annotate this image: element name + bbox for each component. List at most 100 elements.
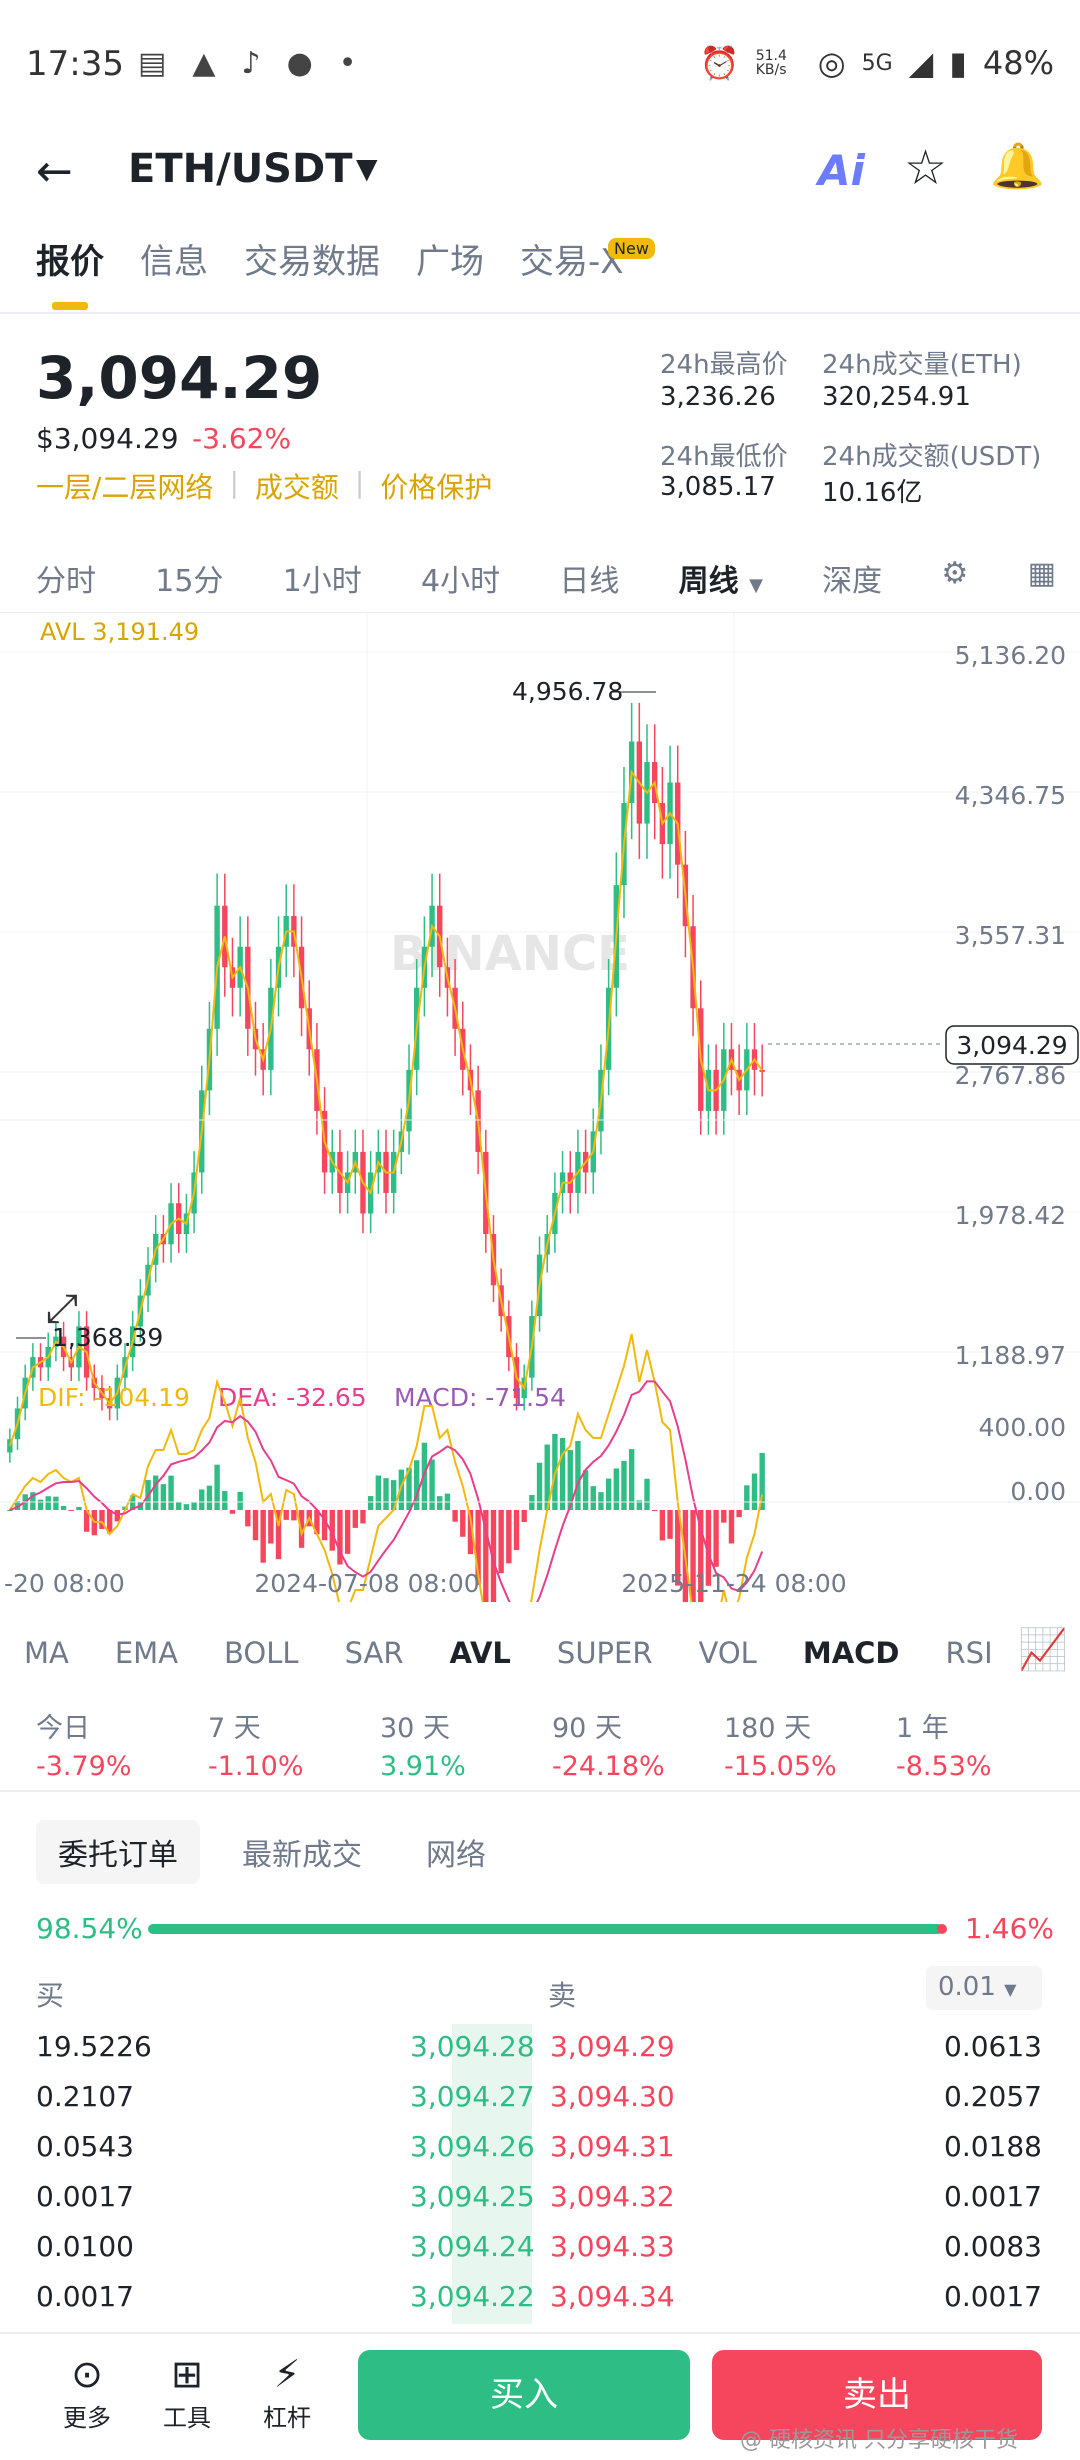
kline-chart[interactable]: AVL 3,191.49 BINANCE 5,136.20 4,346.75 3,5… — [0, 611, 1080, 1661]
ask-price: 3,094.31 — [550, 2130, 675, 2163]
orderbook-row[interactable]: 0.0017 3,094.25 3,094.32 0.0017 — [36, 2174, 1044, 2224]
indicator-tab[interactable]: VOL — [699, 1636, 757, 1670]
indicator-tab[interactable]: RSI — [946, 1636, 993, 1670]
macd-bar — [728, 1510, 735, 1544]
star-icon[interactable]: ☆ — [904, 140, 947, 196]
macd-bar — [506, 1510, 512, 1564]
link-turnover[interactable]: 成交额 — [255, 466, 339, 506]
grid-layout-icon[interactable]: ▦ — [1028, 556, 1056, 600]
indicator-chart-icon[interactable]: 📈 — [1018, 1626, 1068, 1673]
indicator-tab[interactable]: SAR — [345, 1636, 404, 1670]
macd-bar — [644, 1478, 650, 1510]
macd-bar — [344, 1510, 351, 1554]
indicator-tab-avl[interactable]: AVL — [450, 1636, 511, 1670]
macd-tick-label: 400.00 — [979, 1413, 1066, 1442]
y-tick-label: 3,557.31 — [955, 921, 1066, 950]
wifi-icon: ◎ — [817, 44, 846, 82]
macd-bar — [60, 1506, 67, 1510]
bell-icon[interactable]: 🔔 — [990, 140, 1045, 192]
tiktok-icon: ♪ — [241, 46, 261, 81]
ai-icon[interactable]: Ai — [818, 146, 865, 195]
perf-7d: 7 天 -1.10% — [208, 1713, 304, 1782]
macd-bar — [667, 1510, 673, 1539]
link-price-protect[interactable]: 价格保护 — [380, 466, 492, 506]
caret-down-icon[interactable]: ▼ — [356, 152, 378, 185]
macd-bar — [183, 1504, 190, 1510]
interval-tab-active[interactable]: 周线 ▼ — [679, 556, 763, 600]
macd-bar — [367, 1496, 374, 1510]
macd-bar — [245, 1510, 251, 1527]
ask-price: 3,094.33 — [550, 2230, 675, 2263]
macd-bar — [168, 1475, 174, 1510]
tab-orders[interactable]: 委托订单 — [36, 1820, 200, 1884]
back-arrow-icon[interactable]: ← — [36, 146, 73, 197]
price-change: -3.62% — [192, 422, 292, 455]
chart-svg[interactable]: AVL 3,191.49 BINANCE 5,136.204,346.753,5… — [0, 611, 1080, 1661]
tab-quote[interactable]: 报价 — [36, 234, 104, 283]
orderbook-row[interactable]: 19.5226 3,094.28 3,094.29 0.0613 — [36, 2024, 1044, 2074]
chart-grid — [0, 612, 1080, 1602]
ask-price: 3,094.29 — [550, 2030, 675, 2063]
tab-trading-data[interactable]: 交易数据 — [244, 234, 380, 283]
chart-settings-icon[interactable]: ⚙ — [941, 556, 968, 600]
indicator-tab[interactable]: SUPER — [557, 1636, 653, 1670]
y-tick-label: 1,188.97 — [955, 1341, 1066, 1370]
kline-tabs: 分时 15分 1小时 4小时 日线 周线 ▼ 深度 ⚙ ▦ — [36, 556, 1056, 600]
orderbook-row[interactable]: 0.0100 3,094.24 3,094.33 0.0083 — [36, 2224, 1044, 2274]
interval-tab[interactable]: 1小时 — [283, 556, 362, 600]
tools-button[interactable]: ⊞ 工具 — [152, 2352, 222, 2433]
macd-bar — [237, 1491, 243, 1510]
ask-quantity: 0.2057 — [944, 2080, 1042, 2113]
macd-bar — [199, 1489, 205, 1510]
macd-bar — [160, 1484, 167, 1510]
y-axis-labels: 5,136.20 4,346.75 3,557.31 2,767.86 1,978.42… — [955, 641, 1066, 1370]
orderbook-tabs: 委托订单 最新成交 网络 — [36, 1820, 508, 1884]
perf-1y: 1 年 -8.53% — [896, 1713, 992, 1782]
macd-bar — [229, 1510, 236, 1514]
perf-30d: 30 天 3.91% — [380, 1713, 466, 1782]
tab-trades[interactable]: 最新成交 — [220, 1820, 384, 1884]
tab-underline — [52, 302, 88, 310]
perf-90d: 90 天 -24.18% — [552, 1713, 665, 1782]
precision-select[interactable]: 0.01 ▼ — [926, 1966, 1042, 2010]
tab-square[interactable]: 广场 — [416, 234, 484, 283]
interval-tab[interactable]: 日线 — [559, 556, 619, 600]
interval-tab[interactable]: 15分 — [155, 556, 223, 600]
high-marker-label: 4,956.78 — [512, 677, 623, 706]
ask-quantity: 0.0188 — [944, 2130, 1042, 2163]
bid-price: 3,094.27 — [410, 2080, 535, 2113]
leverage-button[interactable]: ⚡ 杠杆 — [252, 2352, 322, 2433]
bid-price: 3,094.24 — [410, 2230, 535, 2263]
macd-bar — [414, 1460, 420, 1510]
indicator-tab[interactable]: MA — [24, 1636, 69, 1670]
interval-tab[interactable]: 分时 — [36, 556, 96, 600]
news-icon: ▤ — [138, 46, 167, 81]
tab-info[interactable]: 信息 — [140, 234, 208, 283]
ask-price: 3,094.32 — [550, 2180, 675, 2213]
interval-tab[interactable]: 4小时 — [421, 556, 500, 600]
macd-bar — [352, 1510, 358, 1528]
pair-title[interactable]: ETH/USDT — [128, 146, 352, 192]
macd-bar — [498, 1510, 504, 1574]
macd-bar — [721, 1510, 727, 1523]
orderbook-row[interactable]: 0.2107 3,094.27 3,094.30 0.2057 — [36, 2074, 1044, 2124]
ask-quantity: 0.0017 — [944, 2180, 1042, 2213]
buy-header: 买 — [36, 1979, 65, 2012]
buy-button[interactable]: 买入 — [358, 2350, 690, 2440]
battery-icon: ▮ — [949, 44, 967, 82]
high-value: 3,236.26 — [660, 382, 776, 412]
interval-tab[interactable]: 深度 — [822, 556, 882, 600]
y-tick-label: 2,767.86 — [955, 1061, 1066, 1090]
indicator-tab[interactable]: BOLL — [224, 1636, 299, 1670]
tab-network[interactable]: 网络 — [404, 1820, 508, 1884]
macd-panel: DIF: -104.19 DEA: -32.65 MACD: -71.54 400.0… — [0, 1119, 1080, 1661]
orderbook-row[interactable]: 0.0543 3,094.26 3,094.31 0.0188 — [36, 2124, 1044, 2174]
macd-bar — [68, 1510, 74, 1511]
indicator-tab[interactable]: EMA — [115, 1636, 178, 1670]
more-button[interactable]: ⊙ 更多 — [52, 2352, 122, 2433]
orderbook-row[interactable]: 0.0017 3,094.22 3,094.34 0.0017 — [36, 2274, 1044, 2324]
ask-quantity: 0.0017 — [944, 2280, 1042, 2313]
indicator-tab-macd[interactable]: MACD — [803, 1636, 900, 1670]
status-time: 17:35 — [26, 44, 124, 84]
link-network[interactable]: 一层/二层网络 — [36, 466, 213, 506]
